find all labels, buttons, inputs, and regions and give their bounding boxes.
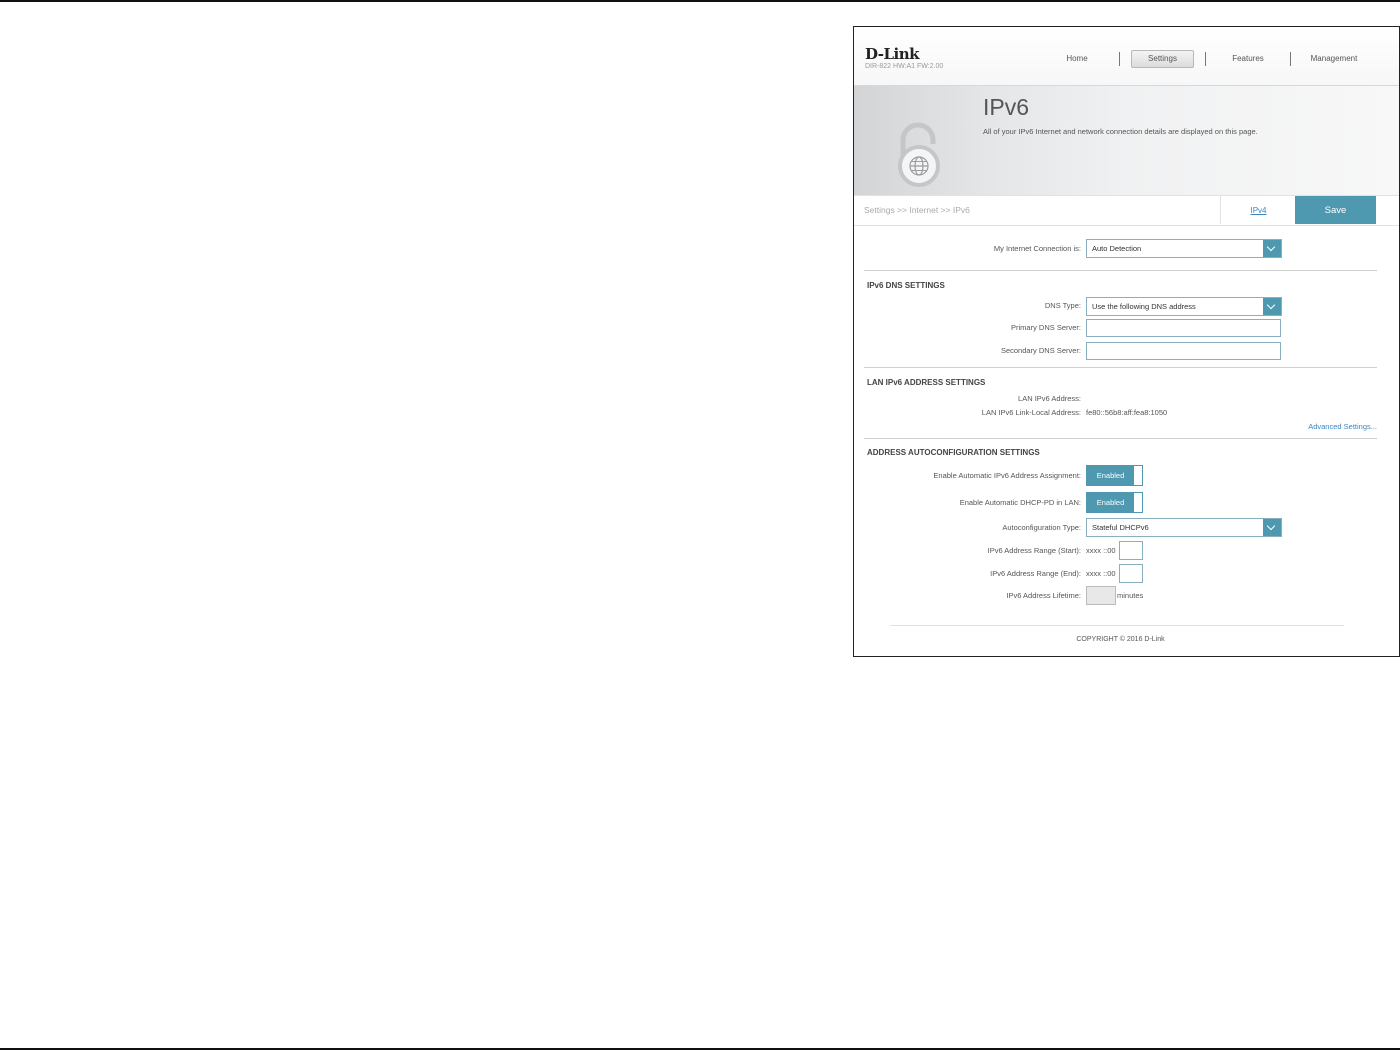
nav-management[interactable]: Management	[1302, 51, 1366, 67]
page-description: All of your IPv6 Internet and network co…	[983, 127, 1258, 136]
footer-divider	[890, 625, 1344, 626]
page-top-rule	[0, 0, 1400, 2]
nav-home[interactable]: Home	[1054, 51, 1100, 67]
nav-features[interactable]: Features	[1222, 51, 1274, 67]
auto-assign-toggle[interactable]: Enabled	[1086, 465, 1143, 486]
secondary-dns-input[interactable]	[1086, 342, 1281, 360]
primary-dns-label: Primary DNS Server:	[1010, 323, 1081, 332]
lifetime-input[interactable]	[1086, 586, 1116, 605]
chevron-down-icon	[1263, 298, 1281, 315]
range-start-label: IPv6 Address Range (Start):	[987, 546, 1081, 555]
connection-label: My Internet Connection is:	[993, 244, 1081, 253]
lifetime-unit: minutes	[1117, 591, 1144, 600]
nav-separator	[1205, 52, 1206, 66]
ipv4-link[interactable]: IPv4	[1220, 196, 1296, 224]
linklocal-label: LAN IPv6 Link-Local Address:	[981, 408, 1081, 417]
chevron-down-icon	[1263, 519, 1281, 536]
range-start-prefix: xxxx ::00	[1086, 546, 1116, 555]
lifetime-label: IPv6 Address Lifetime:	[1006, 591, 1081, 600]
range-start-input[interactable]	[1119, 541, 1143, 560]
page-title: IPv6	[983, 94, 1030, 120]
page-banner: IPv6 All of your IPv6 Internet and netwo…	[854, 86, 1399, 195]
header: D-Link DIR-822 HW:A1 FW:2.00 Home Settin…	[854, 27, 1399, 86]
breadcrumb: Settings >> Internet >> IPv6	[864, 205, 970, 215]
breadcrumb-bar: Settings >> Internet >> IPv6 IPv4 Save	[854, 195, 1399, 226]
dlink-logo: D-Link	[865, 45, 920, 63]
autoconf-type-value: Stateful DHCPv6	[1092, 523, 1149, 532]
autoconf-section-title: ADDRESS AUTOCONFIGURATION SETTINGS	[867, 448, 1040, 457]
lan-section-title: LAN IPv6 ADDRESS SETTINGS	[867, 378, 986, 387]
autoconf-type-label: Autoconfiguration Type:	[1002, 523, 1081, 532]
chevron-down-icon	[1263, 240, 1281, 257]
divider	[864, 367, 1377, 368]
dns-type-value: Use the following DNS address	[1092, 302, 1196, 311]
connection-value: Auto Detection	[1092, 244, 1142, 253]
dhcp-pd-label: Enable Automatic DHCP-PD in LAN:	[959, 498, 1081, 507]
lan-address-label: LAN IPv6 Address:	[1018, 394, 1081, 403]
range-end-prefix: xxxx ::00	[1086, 569, 1116, 578]
range-end-label: IPv6 Address Range (End):	[990, 569, 1081, 578]
model-info: DIR-822 HW:A1 FW:2.00	[865, 63, 944, 70]
auto-assign-label: Enable Automatic IPv6 Address Assignment…	[933, 471, 1081, 480]
secondary-dns-label: Secondary DNS Server:	[1000, 346, 1081, 355]
primary-dns-input[interactable]	[1086, 319, 1281, 337]
toggle-state: Enabled	[1087, 466, 1134, 485]
dns-type-select[interactable]: Use the following DNS address	[1086, 297, 1282, 316]
autoconf-type-select[interactable]: Stateful DHCPv6	[1086, 518, 1282, 537]
dns-section-title: IPv6 DNS SETTINGS	[867, 281, 945, 290]
divider	[864, 438, 1377, 439]
range-end-input[interactable]	[1119, 564, 1143, 583]
save-button[interactable]: Save	[1295, 196, 1376, 224]
dns-type-label: DNS Type:	[1044, 301, 1081, 310]
linklocal-value: fe80::56b8:aff:fea8:1050	[1086, 408, 1168, 417]
nav-separator	[1290, 52, 1291, 66]
lock-globe-icon	[898, 122, 940, 187]
connection-select[interactable]: Auto Detection	[1086, 239, 1282, 258]
nav-separator	[1119, 52, 1120, 66]
toggle-state: Enabled	[1087, 493, 1134, 512]
advanced-settings-link[interactable]: Advanced Settings...	[1308, 422, 1377, 431]
copyright: COPYRIGHT © 2016 D-Link	[1076, 636, 1165, 643]
nav-settings[interactable]: Settings	[1131, 50, 1194, 68]
page-bottom-rule	[0, 1048, 1400, 1050]
divider	[864, 270, 1377, 271]
dhcp-pd-toggle[interactable]: Enabled	[1086, 492, 1143, 513]
router-admin-window: D-Link DIR-822 HW:A1 FW:2.00 Home Settin…	[853, 26, 1400, 657]
